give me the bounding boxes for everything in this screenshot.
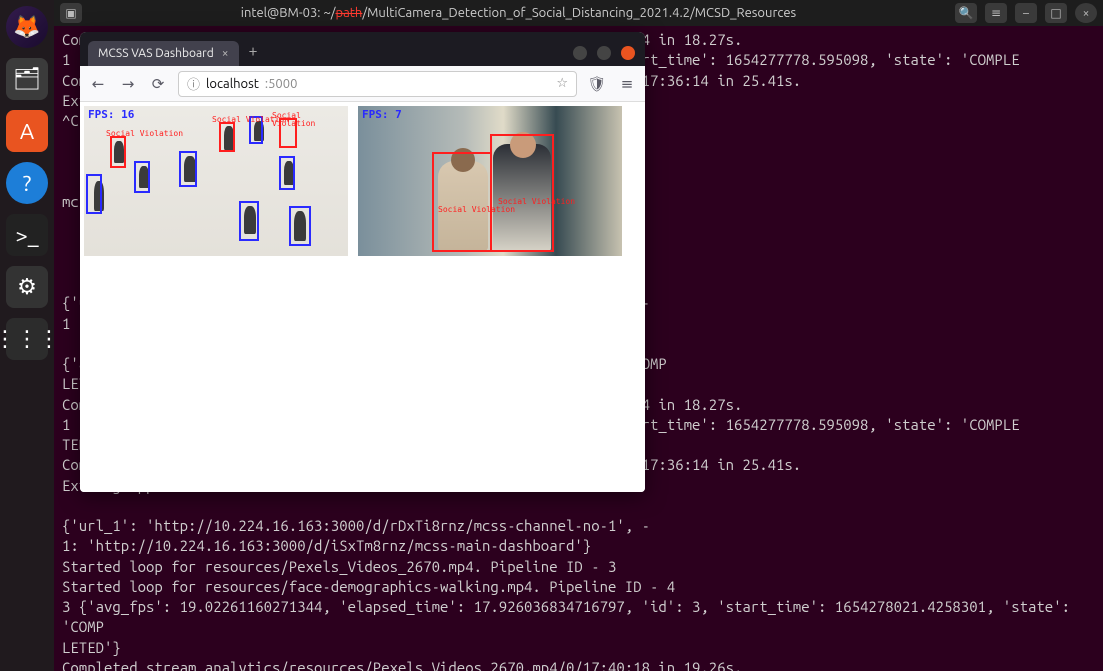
browser-tab-bar: MCSS VAS Dashboard × + bbox=[80, 32, 645, 66]
page-content: FPS: 16 Social Violation Social Violatio… bbox=[80, 102, 645, 492]
fps-label: FPS: 7 bbox=[362, 108, 402, 121]
dock: 🦊 🗂 A ? >_ ⚙ ⋮⋮⋮ bbox=[0, 0, 54, 671]
titlebar-minimize[interactable]: – bbox=[1015, 3, 1037, 23]
url-port: :5000 bbox=[265, 77, 298, 91]
dock-files[interactable]: 🗂 bbox=[6, 58, 48, 100]
reload-button[interactable]: ⟳ bbox=[148, 74, 168, 94]
terminal-line: Started loop for resources/face-demograp… bbox=[62, 577, 1095, 597]
titlebar-maximize[interactable]: □ bbox=[1045, 3, 1067, 23]
browser-tab[interactable]: MCSS VAS Dashboard × bbox=[88, 41, 239, 66]
titlebar-close[interactable]: × bbox=[1075, 3, 1097, 23]
terminal-line bbox=[62, 496, 1095, 516]
terminal-line: Completed stream analytics/resources/Pex… bbox=[62, 658, 1095, 671]
url-host: localhost bbox=[206, 77, 259, 91]
fps-label: FPS: 16 bbox=[88, 108, 134, 121]
terminal-line: {'url_1': 'http://10.224.16.163:3000/d/r… bbox=[62, 516, 1095, 536]
browser-maximize[interactable] bbox=[597, 46, 611, 60]
dock-software[interactable]: A bbox=[6, 110, 48, 152]
tab-title: MCSS VAS Dashboard bbox=[98, 47, 214, 60]
camera-feed-1: FPS: 16 Social Violation Social Violatio… bbox=[84, 106, 348, 256]
browser-minimize[interactable] bbox=[573, 46, 587, 60]
titlebar-menu-icon[interactable]: ≡ bbox=[985, 3, 1007, 23]
hamburger-menu-icon[interactable]: ≡ bbox=[617, 74, 637, 94]
browser-window-controls bbox=[573, 46, 641, 66]
bookmark-star-icon[interactable]: ☆ bbox=[556, 76, 568, 91]
window-titlebar: ▣ intel@BM-03: ~/path/MultiCamera_Detect… bbox=[54, 0, 1103, 26]
address-bar[interactable]: ⓘ localhost :5000 ☆ bbox=[178, 71, 577, 97]
titlebar-app-icon[interactable]: ▣ bbox=[60, 3, 82, 23]
new-tab-button[interactable]: + bbox=[239, 36, 268, 66]
terminal-line: LETED'} bbox=[62, 638, 1095, 658]
camera-feed-2: FPS: 7 Social Violation Social Violation bbox=[358, 106, 622, 256]
browser-close[interactable] bbox=[621, 46, 635, 60]
dock-terminal[interactable]: >_ bbox=[6, 214, 48, 256]
browser-toolbar: ← → ⟳ ⓘ localhost :5000 ☆ 🛡 ≡ bbox=[80, 66, 645, 102]
browser-window[interactable]: MCSS VAS Dashboard × + ← → ⟳ ⓘ localhost… bbox=[80, 32, 645, 492]
forward-button[interactable]: → bbox=[118, 74, 138, 94]
dock-firefox[interactable]: 🦊 bbox=[6, 6, 48, 48]
site-info-icon[interactable]: ⓘ bbox=[187, 74, 200, 93]
dock-apps-grid[interactable]: ⋮⋮⋮ bbox=[6, 318, 48, 360]
terminal-line: 3 {'avg_fps': 19.02261160271344, 'elapse… bbox=[62, 597, 1095, 638]
terminal-line: Started loop for resources/Pexels_Videos… bbox=[62, 557, 1095, 577]
tab-close-icon[interactable]: × bbox=[222, 47, 229, 60]
window-title: intel@BM-03: ~/path/MultiCamera_Detectio… bbox=[90, 6, 947, 20]
back-button[interactable]: ← bbox=[88, 74, 108, 94]
shield-icon[interactable]: 🛡 bbox=[587, 74, 607, 94]
terminal-line: 1: 'http://10.224.16.163:3000/d/iSxTm8rn… bbox=[62, 536, 1095, 556]
dock-settings[interactable]: ⚙ bbox=[6, 266, 48, 308]
dock-help[interactable]: ? bbox=[6, 162, 48, 204]
titlebar-search-icon[interactable]: 🔍 bbox=[955, 3, 977, 23]
